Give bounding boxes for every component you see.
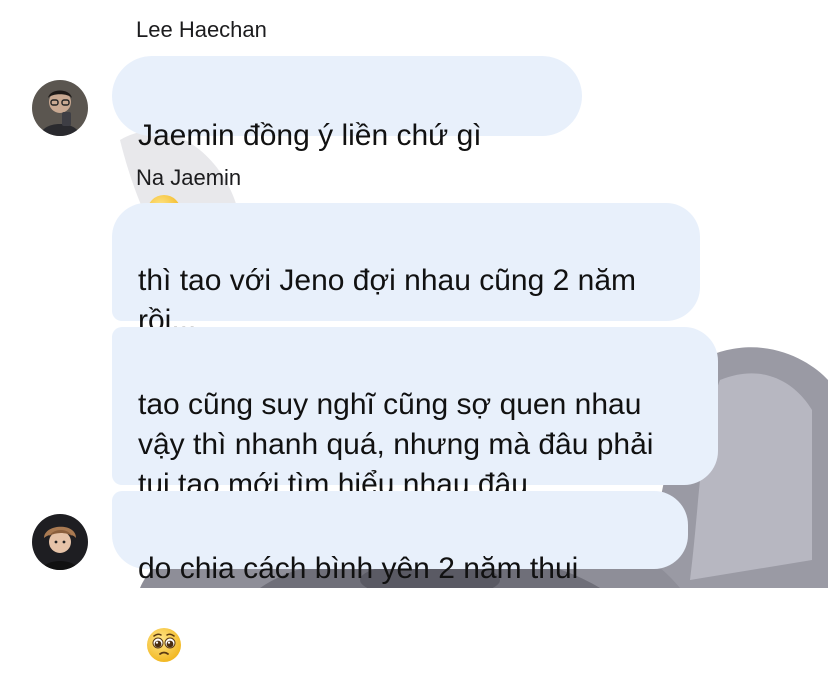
message-bubble[interactable]: thì tao với Jeno đợi nhau cũng 2 năm rồi… [112, 203, 700, 337]
avatar-lee-haechan[interactable] [32, 80, 88, 136]
message-text: tao cũng suy nghĩ cũng sợ quen nhau vậy … [138, 388, 654, 501]
message-bubble[interactable]: do chia cách bình yên 2 năm thui [112, 491, 688, 662]
message-text: do chia cách bình yên 2 năm thui [138, 552, 579, 585]
person-photo-icon [32, 80, 88, 136]
sender-name-lee-haechan: Lee Haechan [136, 17, 267, 42]
avatar-na-jaemin[interactable] [32, 514, 88, 570]
pleading-face-icon [146, 587, 182, 674]
message-text: Jaemin đồng ý liền chứ gì [138, 119, 482, 152]
person-photo-icon [32, 514, 88, 570]
message-bubble[interactable]: Jaemin đồng ý liền chứ gì [112, 56, 582, 229]
message-bubble[interactable]: tao cũng suy nghĩ cũng sợ quen nhau vậy … [112, 327, 718, 501]
sender-name-na-jaemin: Na Jaemin [136, 165, 242, 190]
